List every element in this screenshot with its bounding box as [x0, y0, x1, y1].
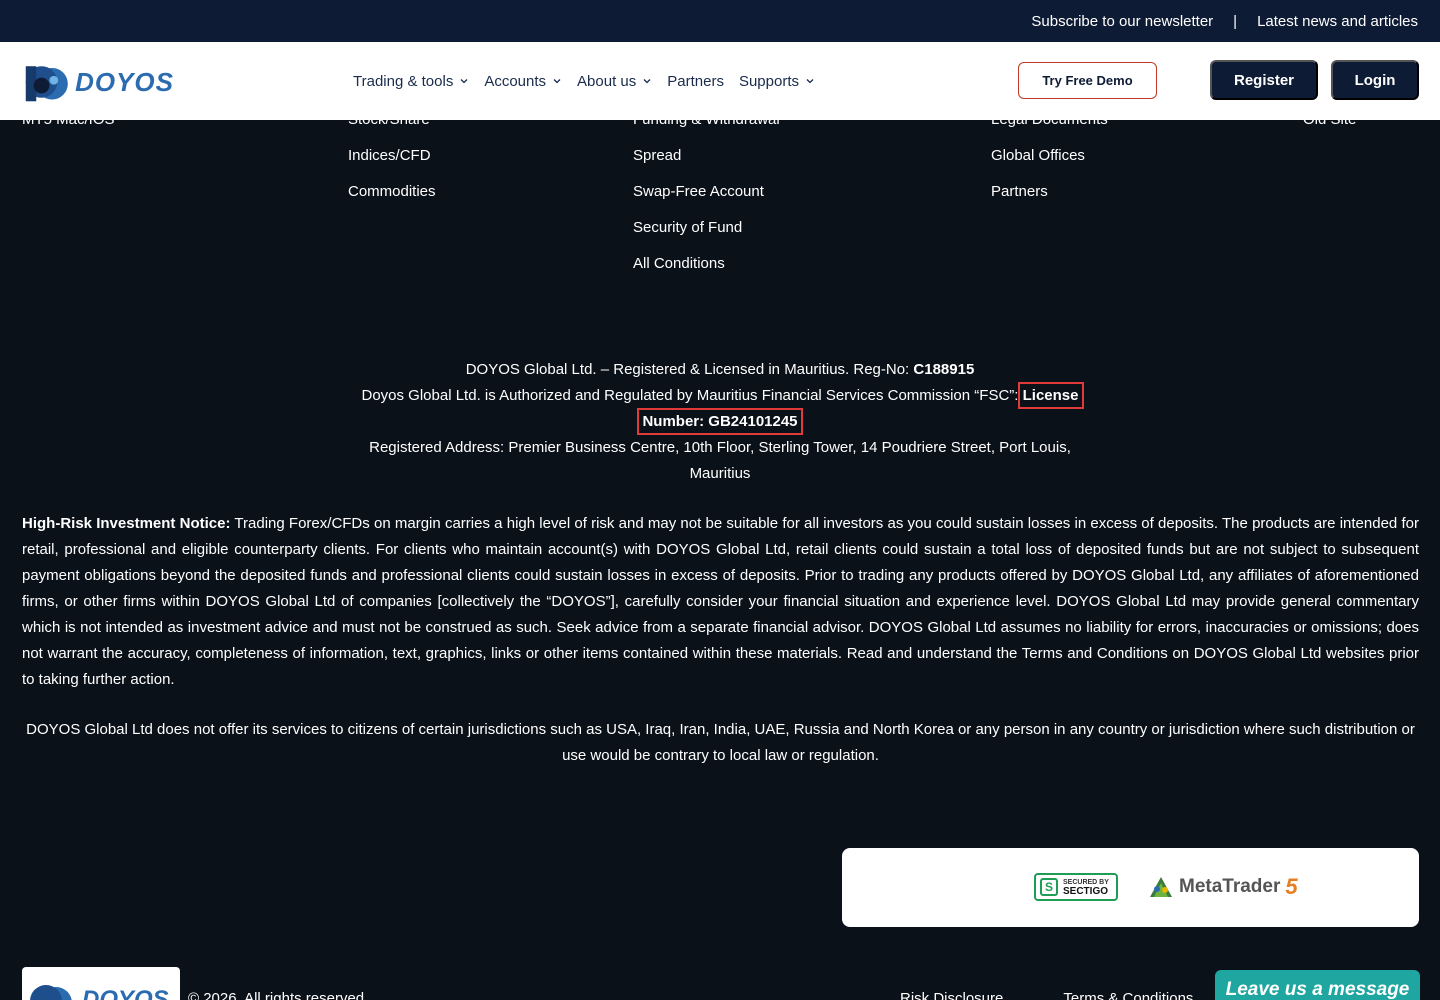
register-button[interactable]: Register [1210, 60, 1318, 100]
try-free-demo-button[interactable]: Try Free Demo [1018, 62, 1157, 99]
footer-link[interactable]: Swap-Free Account [633, 183, 764, 200]
sectigo-shield-icon: S [1040, 878, 1058, 896]
footer-link[interactable]: All Conditions [633, 255, 725, 272]
nav-label: Supports [738, 72, 799, 90]
license-number-line: Number: GB24101245 [350, 408, 1090, 435]
nav-about-us[interactable]: About us [577, 73, 652, 90]
logo-wordmark: DOYOS [75, 66, 174, 97]
top-bar: Subscribe to our newsletter | Latest new… [0, 0, 1440, 42]
chevron-down-icon [460, 79, 468, 84]
terms-link[interactable]: Terms & Conditions [1063, 990, 1193, 1000]
nav-label: Trading & tools [353, 72, 454, 90]
site-header: DOYOS Trading & tools Accounts About us … [0, 42, 1440, 120]
footer-link[interactable]: Spread [633, 147, 681, 164]
nav-label: Partners [667, 72, 724, 90]
chevron-down-icon [806, 79, 814, 84]
copyright-text: © 2026. All rights reserved. [188, 990, 369, 1000]
license-label: License [1017, 382, 1084, 409]
risk-notice: High-Risk Investment Notice: Trading For… [22, 511, 1419, 693]
footer-link[interactable]: Partners [991, 183, 1048, 200]
main-nav: Trading & tools Accounts About us Partne… [353, 42, 815, 120]
nav-accounts[interactable]: Accounts [484, 73, 562, 90]
footer-column-products: Stock/Share Indices/CFD Commodities [348, 110, 436, 218]
login-button[interactable]: Login [1331, 60, 1419, 100]
news-link[interactable]: Latest news and articles [1257, 13, 1418, 30]
leave-message-chat-button[interactable]: Leave us a message [1215, 970, 1420, 1000]
jurisdiction-notice: DOYOS Global Ltd does not offer its serv… [26, 721, 1415, 764]
nav-partners[interactable]: Partners [667, 73, 724, 90]
site-logo[interactable]: DOYOS [24, 57, 174, 107]
footer-logo[interactable]: DOYOS [22, 967, 180, 1000]
trust-badges: S SECURED BY SECTIGO MetaTrader 5 [842, 848, 1419, 927]
registered-address: Registered Address: Premier Business Cen… [369, 439, 1071, 482]
footer-column-conditions: Funding & Withdrawal Spread Swap-Free Ac… [633, 110, 780, 290]
registration-line: DOYOS Global Ltd. – Registered & License… [465, 361, 975, 378]
regulatory-info: DOYOS Global Ltd. – Registered & License… [350, 357, 1090, 487]
footer-link[interactable]: Commodities [348, 183, 436, 200]
nav-supports[interactable]: Supports [739, 73, 815, 90]
license-number: Number: GB24101245 [637, 408, 803, 435]
reg-number: C188915 [913, 361, 975, 378]
sectigo-badge[interactable]: S SECURED BY SECTIGO [1034, 873, 1118, 901]
doyos-logo-icon [25, 66, 68, 102]
footer-column-company: Legal Documents Global Offices Partners [991, 110, 1108, 218]
risk-notice-body: Trading Forex/CFDs on margin carries a h… [22, 515, 1419, 688]
authorization-line: Doyos Global Ltd. is Authorized and Regu… [361, 382, 1084, 409]
nav-label: About us [577, 72, 637, 90]
metatrader-logo-icon [1150, 877, 1172, 897]
nav-trading-tools[interactable]: Trading & tools [353, 73, 469, 90]
nav-label: Accounts [484, 72, 547, 90]
chevron-down-icon [553, 79, 561, 84]
footer-link[interactable]: Global Offices [991, 147, 1085, 164]
risk-disclosure-link[interactable]: Risk Disclosure [900, 990, 1003, 1000]
newsletter-link[interactable]: Subscribe to our newsletter [1031, 13, 1213, 30]
footer-link[interactable]: Indices/CFD [348, 147, 431, 164]
svg-text:DOYOS: DOYOS [82, 986, 169, 1000]
metatrader5-badge[interactable]: MetaTrader 5 [1148, 872, 1298, 902]
legal-links: Risk Disclosure Terms & Conditions [900, 990, 1193, 1000]
footer-link[interactable]: Security of Fund [633, 219, 742, 236]
chevron-down-icon [643, 79, 651, 84]
risk-notice-title: High-Risk Investment Notice: [22, 515, 231, 532]
topbar-separator: | [1233, 12, 1238, 30]
doyos-logo-icon: DOYOS [30, 985, 169, 1000]
